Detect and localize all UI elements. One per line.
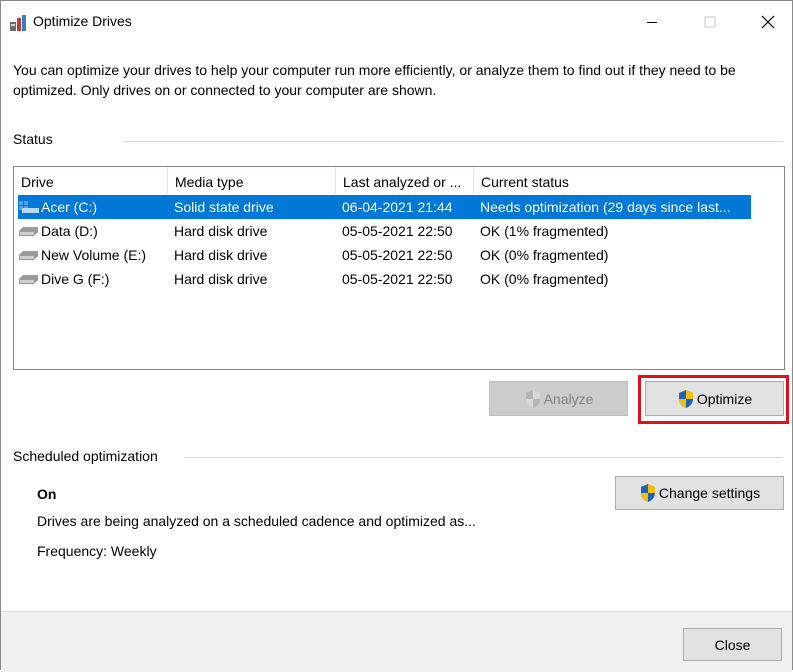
drive-name: Data (D:) [41,223,98,239]
status-divider [123,141,783,142]
drive-name: Dive G (F:) [41,271,110,287]
close-button[interactable]: Close [683,628,782,661]
analyze-label: Analyze [543,390,594,407]
last-analyzed: 05-05-2021 22:50 [342,223,453,239]
schedule-state: On [37,486,57,502]
analyze-button[interactable]: Analyze [489,381,628,416]
column-header-last-analyzed[interactable]: Last analyzed or ... [336,167,474,194]
drive-name: Acer (C:) [41,199,97,215]
optimize-drives-window: Optimize Drives You can optimize your dr… [0,0,793,672]
uac-shield-icon [525,389,540,408]
uac-shield-icon [640,484,655,502]
optimize-label: Optimize [696,390,753,407]
column-header-media-type[interactable]: Media type [168,167,336,194]
uac-shield-icon [678,389,693,408]
current-status: OK (1% fragmented) [480,223,609,239]
media-type: Hard disk drive [174,271,268,287]
column-header-current-status[interactable]: Current status [474,167,750,194]
drive-row-f[interactable]: Dive G (F:) Hard disk drive 05-05-2021 2… [18,267,751,291]
close-label: Close [714,636,751,653]
dialog-footer: Close [1,611,792,672]
maximize-button[interactable] [687,1,733,43]
ssd-drive-icon [19,201,39,213]
current-status: Needs optimization (29 days since last..… [480,199,731,215]
last-analyzed: 05-05-2021 22:50 [342,271,453,287]
scheduled-section-label: Scheduled optimization [13,448,158,464]
drives-list[interactable]: Drive Media type Last analyzed or ... Cu… [13,166,785,370]
schedule-frequency: Frequency: Weekly [37,543,157,559]
optimize-button[interactable]: Optimize [645,381,784,416]
media-type: Hard disk drive [174,223,268,239]
minimize-button[interactable] [629,1,675,43]
change-settings-button[interactable]: Change settings [615,476,784,510]
drive-name: New Volume (E:) [41,247,147,263]
window-title: Optimize Drives [33,13,132,29]
maximize-icon [704,16,716,28]
minimize-icon [647,22,657,23]
drive-row-c[interactable]: Acer (C:) Solid state drive 06-04-2021 2… [18,195,751,219]
media-type: Solid state drive [174,199,274,215]
media-type: Hard disk drive [174,247,268,263]
close-window-button[interactable] [745,1,791,43]
optimize-drives-app-icon [10,15,26,31]
last-analyzed: 05-05-2021 22:50 [342,247,453,263]
schedule-description: Drives are being analyzed on a scheduled… [37,513,476,529]
intro-text: You can optimize your drives to help you… [13,62,736,98]
drives-list-header: Drive Media type Last analyzed or ... Cu… [14,167,784,194]
title-bar[interactable]: Optimize Drives [1,1,792,43]
status-section-label: Status [13,131,53,147]
hard-disk-icon [19,227,38,236]
drive-row-e[interactable]: New Volume (E:) Hard disk drive 05-05-20… [18,243,751,267]
hard-disk-icon [19,275,38,284]
last-analyzed: 06-04-2021 21:44 [342,199,453,215]
change-settings-label: Change settings [658,485,761,501]
scheduled-divider [184,457,783,458]
drive-row-d[interactable]: Data (D:) Hard disk drive 05-05-2021 22:… [18,219,751,243]
hard-disk-icon [19,251,38,260]
column-header-drive[interactable]: Drive [14,167,168,194]
current-status: OK (0% fragmented) [480,247,609,263]
current-status: OK (0% fragmented) [480,271,609,287]
close-icon [761,15,775,29]
